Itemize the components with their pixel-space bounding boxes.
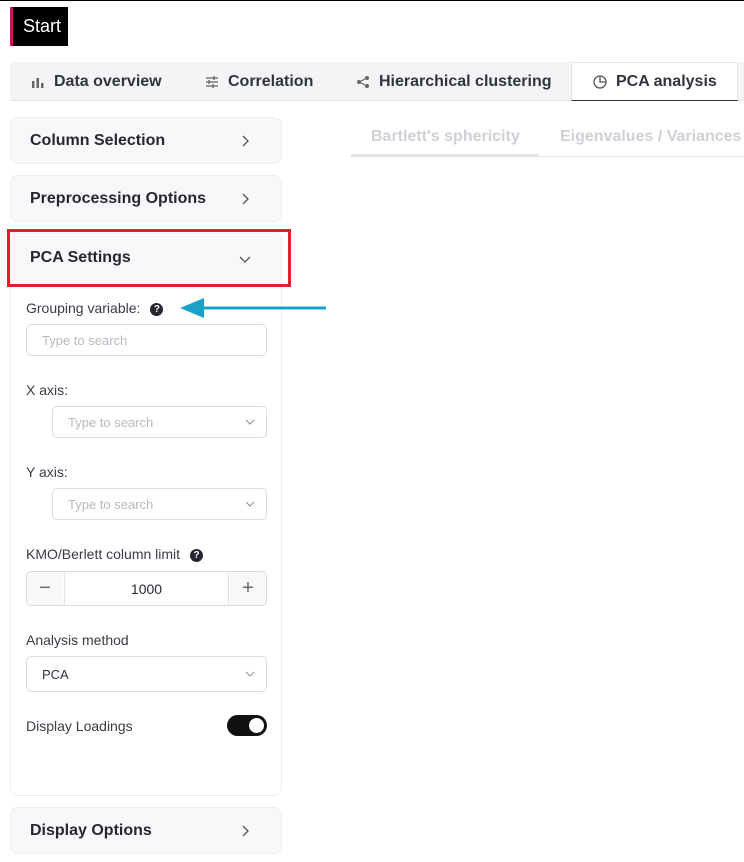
plus-icon[interactable]: + <box>230 572 266 605</box>
placeholder-text: Type to search <box>68 496 154 512</box>
column-selection-expander[interactable]: Column Selection <box>10 117 282 164</box>
chevron-down-icon <box>245 501 255 507</box>
placeholder-text: Type to search <box>68 414 154 430</box>
grouping-variable-label: Grouping variable:? <box>26 300 164 316</box>
grouping-variable-input[interactable]: Type to search <box>26 324 267 356</box>
display-options-expander[interactable]: Display Options <box>10 807 282 854</box>
tab-hierarchical-clustering[interactable]: Hierarchical clustering <box>355 62 552 101</box>
chevron-down-icon <box>245 419 255 425</box>
help-icon[interactable]: ? <box>150 302 164 316</box>
tab-label: Correlation <box>228 72 314 90</box>
kmo-limit-input[interactable]: 1000 <box>64 572 229 605</box>
chevron-down-icon <box>245 671 255 677</box>
preprocessing-options-expander[interactable]: Preprocessing Options <box>10 175 282 222</box>
analysis-method-select[interactable]: PCA <box>26 656 267 692</box>
bar-chart-icon <box>30 74 46 90</box>
x-axis-select[interactable]: Type to search <box>52 406 267 438</box>
tab-correlation[interactable]: Correlation <box>204 62 313 101</box>
kmo-limit-label: KMO/Berlett column limit? <box>26 546 204 562</box>
pie-chart-icon <box>592 74 608 90</box>
arrow-annotation-icon <box>180 298 326 318</box>
chevron-right-icon <box>242 135 249 147</box>
selected-value: PCA <box>42 666 69 682</box>
subtab-eigenvalues[interactable]: Eigenvalues / Variances <box>560 118 741 155</box>
display-loadings-toggle[interactable] <box>227 715 267 736</box>
chevron-right-icon <box>242 193 249 205</box>
toggle-knob <box>249 718 264 733</box>
share-icon <box>355 74 371 90</box>
start-button[interactable]: Start <box>10 7 68 46</box>
subtab-bartlett[interactable]: Bartlett's sphericity <box>371 118 520 155</box>
help-icon[interactable]: ? <box>190 548 204 562</box>
tab-label: PCA analysis <box>616 72 717 90</box>
pca-subtab-bar: Bartlett's sphericity Eigenvalues / Vari… <box>351 118 744 157</box>
tab-data-overview[interactable]: Data overview <box>30 62 162 101</box>
display-loadings-label: Display Loadings <box>26 718 133 734</box>
minus-icon[interactable]: − <box>27 572 63 605</box>
label-text: KMO/Berlett column limit <box>26 546 181 562</box>
analysis-method-label: Analysis method <box>26 632 129 648</box>
subtab-underline <box>351 154 539 156</box>
y-axis-select[interactable]: Type to search <box>52 488 267 520</box>
tab-label: Data overview <box>54 72 162 90</box>
x-axis-label: X axis: <box>26 382 69 398</box>
y-axis-label: Y axis: <box>26 464 68 480</box>
kmo-limit-stepper: − 1000 + <box>26 571 267 606</box>
tab-label: Hierarchical clustering <box>379 72 552 90</box>
label-text: Grouping variable: <box>26 300 141 316</box>
top-border <box>0 0 744 1</box>
tab-pca-analysis[interactable]: PCA analysis <box>571 62 738 101</box>
sliders-icon <box>204 74 220 90</box>
main-tab-bar: Data overview Correlation Hierarchical c… <box>10 62 744 101</box>
highlight-annotation <box>7 229 291 287</box>
chevron-right-icon <box>242 825 249 837</box>
